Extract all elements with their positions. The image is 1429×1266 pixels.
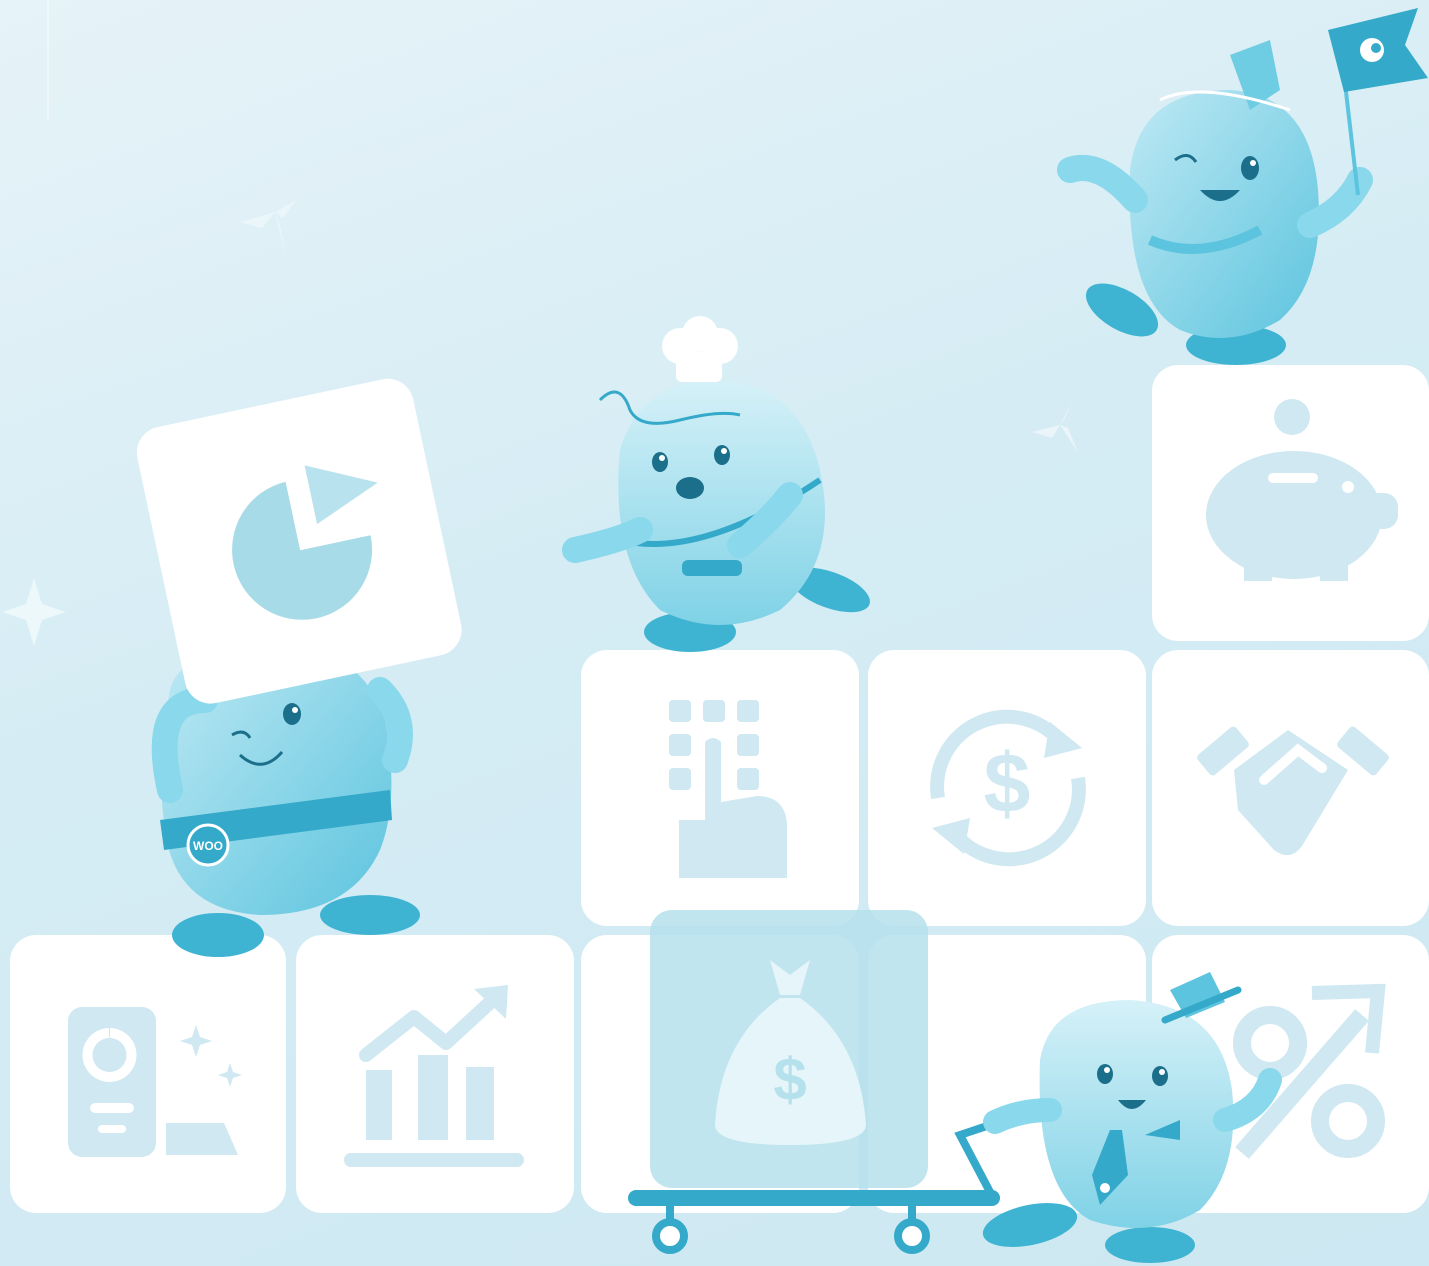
mascot-flag-bearer [1057,40,1373,365]
worker-eye [283,703,301,725]
pie-chart-card-icon [136,378,462,704]
money-bag-box-icon: $ [650,910,928,1188]
svg-text:$: $ [773,1046,806,1113]
chef-hat-icon [662,316,738,382]
chef-mouth [676,477,704,499]
bowler-hat-icon [1161,972,1242,1024]
mascot-chef [562,316,870,652]
characters-layer: WOO $ [136,8,1428,1263]
illustration-scene: $ WOO $ [0,0,1429,1266]
flag-bearer-body [1129,90,1319,338]
worker-badge-text: WOO [193,839,223,853]
businessman-body [1039,1000,1234,1228]
flag-icon [1328,8,1428,196]
mascot-businessman [982,972,1282,1263]
